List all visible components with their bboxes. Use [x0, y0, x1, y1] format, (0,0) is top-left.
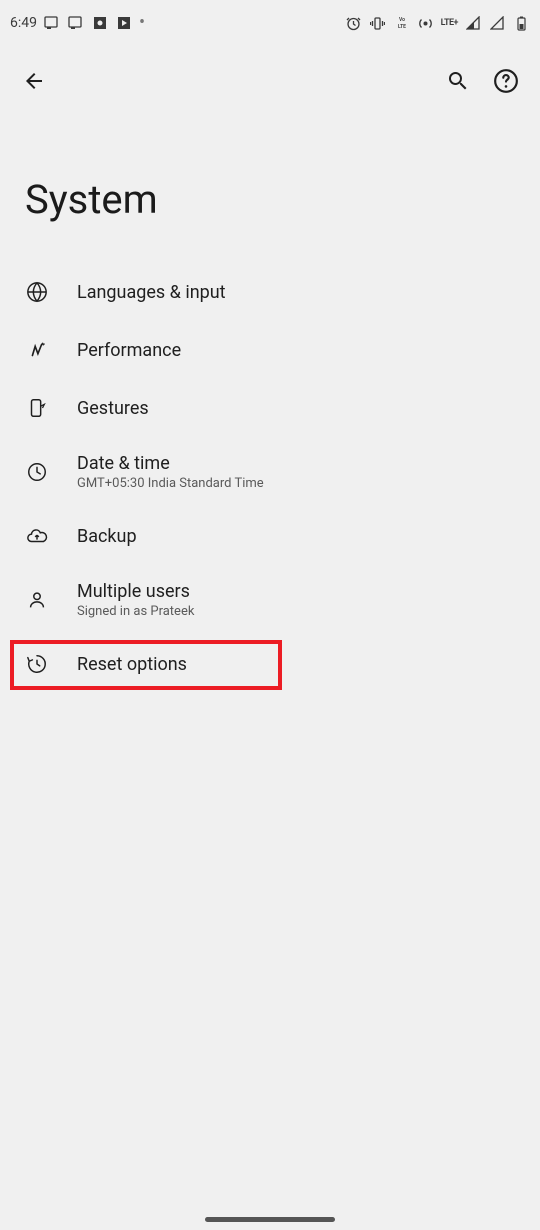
data-icon: VoLTE: [393, 14, 411, 32]
navigation-handle[interactable]: [205, 1217, 335, 1222]
restore-icon: [25, 652, 49, 676]
languages-input-item[interactable]: Languages & input: [0, 263, 540, 321]
help-button[interactable]: [492, 67, 520, 95]
multiple-users-subtitle: Signed in as Prateek: [77, 604, 194, 619]
vibrate-icon: [369, 14, 387, 32]
performance-item[interactable]: Performance: [0, 321, 540, 379]
globe-icon: [25, 280, 49, 304]
date-time-subtitle: GMT+05:30 India Standard Time: [77, 476, 264, 491]
notification-icon-1: [43, 14, 61, 32]
languages-input-label: Languages & input: [77, 282, 226, 303]
status-left: 6:49 •: [10, 14, 145, 32]
reset-options-label: Reset options: [77, 654, 187, 675]
notification-icon-2: [67, 14, 85, 32]
signal-icon-2: [488, 14, 506, 32]
performance-icon: [25, 338, 49, 362]
page-title: System: [0, 116, 540, 263]
signal-icon-1: [464, 14, 482, 32]
cloud-upload-icon: [25, 524, 49, 548]
date-time-item[interactable]: Date & time GMT+05:30 India Standard Tim…: [0, 437, 540, 507]
date-time-label: Date & time: [77, 453, 264, 474]
reset-options-item[interactable]: Reset options: [0, 635, 540, 693]
notification-icon-3: [91, 14, 109, 32]
settings-list: Languages & input Performance Gestures D…: [0, 263, 540, 693]
backup-item[interactable]: Backup: [0, 507, 540, 565]
app-bar: [0, 46, 540, 116]
status-time: 6:49: [10, 15, 37, 31]
more-notifications-dot: •: [139, 14, 145, 32]
svg-text:LTE: LTE: [398, 24, 406, 30]
multiple-users-item[interactable]: Multiple users Signed in as Prateek: [0, 565, 540, 635]
status-bar: 6:49 • VoLTE LTE+: [0, 0, 540, 46]
clock-icon: [25, 460, 49, 484]
svg-text:Vo: Vo: [399, 17, 405, 23]
gestures-label: Gestures: [77, 398, 149, 419]
person-icon: [25, 588, 49, 612]
notification-icon-4: [115, 14, 133, 32]
alarm-icon: [345, 14, 363, 32]
lte-indicator: LTE+: [441, 18, 458, 28]
multiple-users-label: Multiple users: [77, 581, 194, 602]
gestures-icon: [25, 396, 49, 420]
hotspot-icon: [417, 14, 435, 32]
status-right: VoLTE LTE+: [345, 14, 530, 32]
search-button[interactable]: [444, 67, 472, 95]
back-button[interactable]: [20, 67, 48, 95]
backup-label: Backup: [77, 526, 137, 547]
gestures-item[interactable]: Gestures: [0, 379, 540, 437]
battery-icon: [512, 14, 530, 32]
performance-label: Performance: [77, 340, 181, 361]
